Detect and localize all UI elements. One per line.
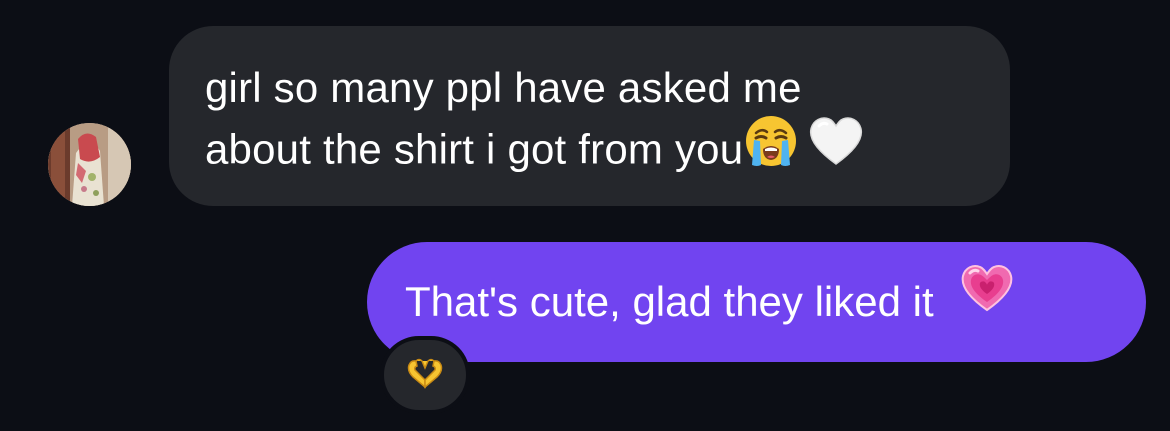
outgoing-message-bubble[interactable]: That's cute, glad they liked it xyxy=(367,242,1146,362)
heart-hands-icon xyxy=(405,356,445,395)
growing-heart-icon xyxy=(959,240,1015,360)
chat-thread: girl so many ppl have asked me about the… xyxy=(0,0,1170,431)
incoming-message-line-2: about the shirt i got from you xyxy=(205,125,744,173)
outgoing-message-text: That's cute, glad they liked it xyxy=(405,278,934,325)
loudly-crying-face-icon xyxy=(743,113,799,184)
incoming-message-line-1: girl so many ppl have asked me xyxy=(205,64,802,111)
sender-avatar[interactable] xyxy=(48,123,131,206)
avatar-photo xyxy=(48,123,131,206)
white-heart-icon xyxy=(807,114,865,183)
incoming-message-bubble[interactable]: girl so many ppl have asked me about the… xyxy=(169,26,1010,206)
message-reaction[interactable] xyxy=(380,336,470,414)
